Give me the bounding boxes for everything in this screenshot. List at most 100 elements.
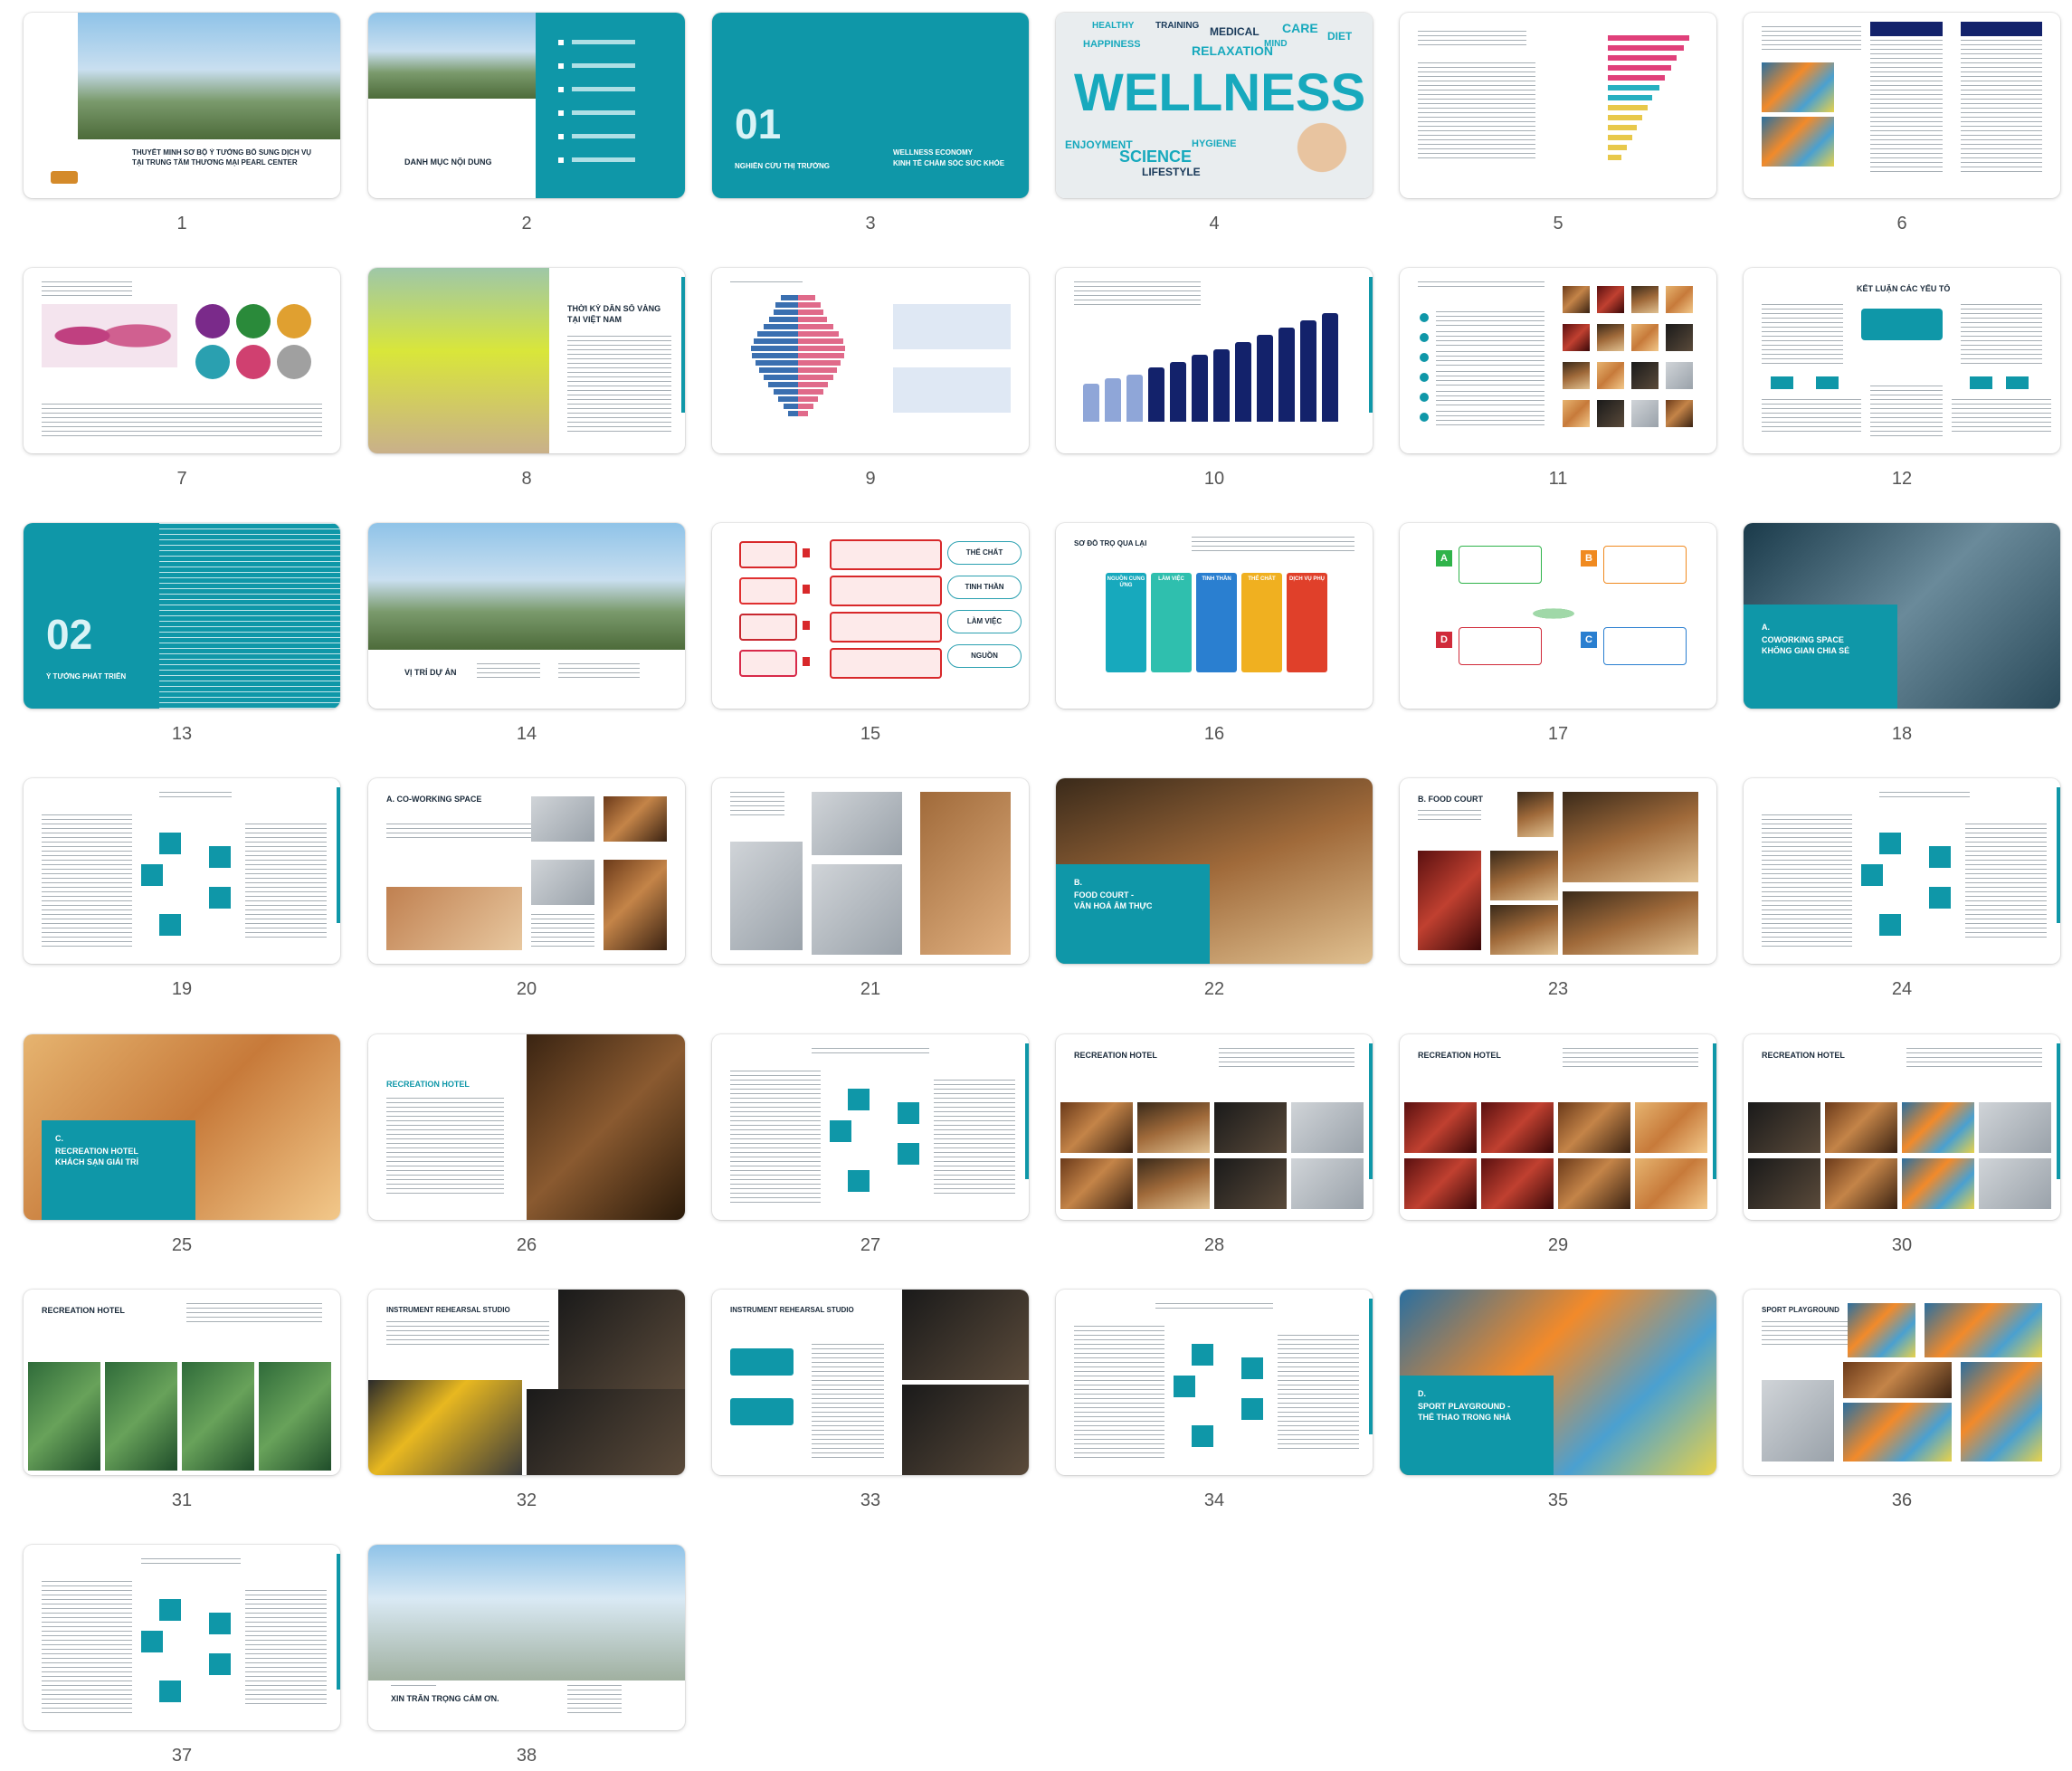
slide-thumbnail[interactable]: RECREATION HOTEL [1744,1034,2060,1220]
icon-box [209,887,231,909]
slide-thumbnail[interactable]: D. SPORT PLAYGROUND - THỂ THAO TRONG NHÀ [1400,1290,1716,1475]
slide-thumbnail-cell[interactable]: THỜI KỲ DÂN SỐ VÀNG TẠI VIỆT NAM 8 [368,268,685,494]
slide-thumbnail-cell[interactable]: XIN TRÂN TRỌNG CẢM ƠN. 38 [368,1545,685,1771]
slide-thumbnail[interactable]: A. COWORKING SPACE KHÔNG GIAN CHIA SẺ [1744,523,2060,709]
column-label: DỊCH VỤ PHỤ [1288,576,1325,582]
slide-thumbnail[interactable]: INSTRUMENT REHEARSAL STUDIO [368,1290,685,1475]
slide-thumbnail-cell[interactable]: RECREATION HOTEL 26 [368,1034,685,1261]
slide-thumbnail-cell[interactable]: 19 [24,778,340,1005]
slide-thumbnail[interactable] [24,268,340,453]
slide-thumbnail-cell[interactable]: 34 [1056,1290,1373,1516]
slide-thumbnail[interactable]: A B D C [1400,523,1716,709]
slide-thumbnail[interactable]: DANH MỤC NỘI DUNG [368,13,685,198]
slide-thumbnail-cell[interactable]: 9 [712,268,1029,494]
slide-thumbnail[interactable]: RECREATION HOTEL [1056,1034,1373,1220]
slide-title: INSTRUMENT REHEARSAL STUDIO [730,1306,854,1314]
slide-thumbnail-cell[interactable]: C. RECREATION HOTEL KHÁCH SẠN GIẢI TRÍ 25 [24,1034,340,1261]
slide-thumbnail-cell[interactable]: 01 NGHIÊN CỨU THỊ TRƯỜNG WELLNESS ECONOMY K… [712,13,1029,239]
slide-thumbnail[interactable] [712,778,1029,964]
slide-thumbnail[interactable] [712,1034,1029,1220]
slide-thumbnail[interactable]: A. CO-WORKING SPACE [368,778,685,964]
slide-thumbnail-cell[interactable]: B. FOOD COURT 23 [1400,778,1716,1005]
pyramid-bar-female [798,302,821,308]
slide-thumbnail-cell[interactable]: RECREATION HOTEL 30 [1744,1034,2060,1261]
slide-thumbnail-cell[interactable]: A. CO-WORKING SPACE 20 [368,778,685,1005]
slide-thumbnail[interactable]: VỊ TRÍ DỰ ÁN [368,523,685,709]
slide-thumbnail-cell[interactable]: THUYẾT MINH SƠ BỘ Ý TƯỞNG BỔ SUNG DỊCH V… [24,13,340,239]
slide-thumbnail[interactable] [1056,268,1373,453]
body-text [1278,1335,1359,1452]
slide-thumbnail-cell[interactable]: SƠ ĐỒ TRỌ QUA LẠI NGUỒN CUNG ỨNG LÀM VIỆC T… [1056,523,1373,749]
slide-thumbnail[interactable] [24,778,340,964]
slide-thumbnail-cell[interactable]: A B D C 17 [1400,523,1716,749]
bar [1257,335,1273,422]
slide-thumbnail-cell[interactable]: A. COWORKING SPACE KHÔNG GIAN CHIA SẺ 18 [1744,523,2060,749]
slide-thumbnail-cell[interactable]: 21 [712,778,1029,1005]
food-photo [1563,891,1698,955]
slide-thumbnail-cell[interactable]: 10 [1056,268,1373,494]
slide-number: 30 [1891,1235,1913,1255]
slide-thumbnail[interactable] [1400,268,1716,453]
slide-thumbnail-cell[interactable]: 37 [24,1545,340,1771]
slide-thumbnail-cell[interactable]: RECREATION HOTEL 31 [24,1290,340,1516]
slide-thumbnail[interactable]: RECREATION HOTEL [1400,1034,1716,1220]
slide-thumbnail[interactable]: SƠ ĐỒ TRỌ QUA LẠI NGUỒN CUNG ỨNG LÀM VIỆC T… [1056,523,1373,709]
icon-box [1929,887,1951,909]
slide-thumbnail-cell[interactable]: THỂ CHẤT TINH THẦN LÀM VIỆC NGUỒN 15 [712,523,1029,749]
slide-thumbnail[interactable]: RECREATION HOTEL [368,1034,685,1220]
slide-thumbnail[interactable]: C. RECREATION HOTEL KHÁCH SẠN GIẢI TRÍ [24,1034,340,1220]
slide-thumbnail[interactable]: INSTRUMENT REHEARSAL STUDIO [712,1290,1029,1475]
slide-thumbnail[interactable]: THỂ CHẤT TINH THẦN LÀM VIỆC NGUỒN [712,523,1029,709]
slide-thumbnail[interactable] [1744,13,2060,198]
slide-thumbnail-cell[interactable]: SPORT PLAYGROUND 36 [1744,1290,2060,1516]
icon-box [1241,1357,1263,1379]
section-title-2: KHÁCH SẠN GIẢI TRÍ [55,1157,138,1166]
slide-thumbnail-cell[interactable]: RECREATION HOTEL 29 [1400,1034,1716,1261]
slide-thumbnail-cell[interactable]: 7 [24,268,340,494]
bar-chart [1083,304,1354,431]
slide-thumbnail[interactable]: B. FOOD COURT - VĂN HOÁ ẨM THỰC [1056,778,1373,964]
slide-thumbnail-cell[interactable]: KẾT LUẬN CÁC YẾU TỐ 12 [1744,268,2060,494]
slide-thumbnail-cell[interactable]: RECREATION HOTEL 28 [1056,1034,1373,1261]
callout [1459,627,1542,665]
body-text [1906,1048,2042,1071]
slide-thumbnail-cell[interactable]: DANH MỤC NỘI DUNG 2 [368,13,685,239]
icon-box [159,914,181,936]
slide-thumbnail-cell[interactable]: B. FOOD COURT - VĂN HOÁ ẨM THỰC 22 [1056,778,1373,1005]
slide-thumbnail[interactable]: RECREATION HOTEL [24,1290,340,1475]
slide-number: 19 [171,979,193,999]
slide-thumbnail-cell[interactable]: 6 [1744,13,2060,239]
slide-thumbnail[interactable]: B. FOOD COURT [1400,778,1716,964]
slide-thumbnail[interactable] [712,268,1029,453]
slide-thumbnail-cell[interactable]: VỊ TRÍ DỰ ÁN 14 [368,523,685,749]
side-tag [681,277,685,413]
slide-thumbnail[interactable] [1400,13,1716,198]
slide-thumbnail-cell[interactable]: 02 Ý TƯỞNG PHÁT TRIỂN 13 [24,523,340,749]
column-label: NGUỒN CUNG ỨNG [1107,576,1145,588]
slide-thumbnail-cell[interactable]: 5 [1400,13,1716,239]
slide-thumbnail-cell[interactable]: INSTRUMENT REHEARSAL STUDIO 33 [712,1290,1029,1516]
letter-badge: B [1581,550,1597,567]
slide-thumbnail-cell[interactable]: INSTRUMENT REHEARSAL STUDIO 32 [368,1290,685,1516]
body-text [1952,399,2051,435]
brand-logo [739,541,797,568]
slide-thumbnail[interactable] [1744,778,2060,964]
slide-thumbnail-cell[interactable]: 24 [1744,778,2060,1005]
slide-thumbnail[interactable] [1056,1290,1373,1475]
slide-thumbnail-cell[interactable]: 27 [712,1034,1029,1261]
thumbnail [1666,286,1693,313]
slide-thumbnail[interactable]: 01 NGHIÊN CỨU THỊ TRƯỜNG WELLNESS ECONOMY K… [712,13,1029,198]
pattern [159,523,340,709]
slide-thumbnail-cell[interactable]: D. SPORT PLAYGROUND - THỂ THAO TRONG NHÀ 35 [1400,1290,1716,1516]
slide-thumbnail-cell[interactable]: WELLNESS HAPPINESS RELAXATION ENJOYMENT SCIE… [1056,13,1373,239]
slide-thumbnail-cell[interactable]: 11 [1400,268,1716,494]
body-text [42,404,322,440]
slide-thumbnail[interactable]: 02 Ý TƯỞNG PHÁT TRIỂN [24,523,340,709]
slide-thumbnail[interactable] [24,1545,340,1730]
slide-thumbnail[interactable]: XIN TRÂN TRỌNG CẢM ƠN. [368,1545,685,1730]
slide-thumbnail[interactable]: WELLNESS HAPPINESS RELAXATION ENJOYMENT SCIE… [1056,13,1373,198]
slide-thumbnail[interactable]: THUYẾT MINH SƠ BỘ Ý TƯỞNG BỔ SUNG DỊCH V… [24,13,340,198]
slide-thumbnail[interactable]: SPORT PLAYGROUND [1744,1290,2060,1475]
slide-thumbnail[interactable]: THỜI KỲ DÂN SỐ VÀNG TẠI VIỆT NAM [368,268,685,453]
slide-thumbnail[interactable]: KẾT LUẬN CÁC YẾU TỐ [1744,268,2060,453]
